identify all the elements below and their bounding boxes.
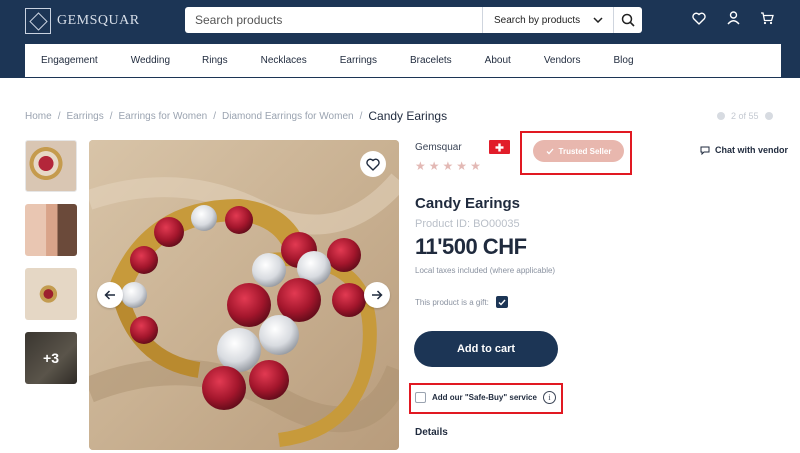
breadcrumb-separator: / <box>57 110 61 122</box>
gift-label: This product is a gift: <box>415 297 489 307</box>
product-id: Product ID: BO00035 <box>415 218 520 230</box>
account-button[interactable] <box>726 11 740 25</box>
pager-label: 2 of 55 <box>731 111 759 121</box>
trusted-seller-badge: Trusted Seller <box>533 140 624 162</box>
safebuy-checkbox[interactable] <box>415 392 426 403</box>
star-icon: ★ <box>470 159 481 173</box>
arrow-right-icon <box>372 290 383 300</box>
chat-icon <box>700 146 710 155</box>
swiss-flag-icon <box>489 140 510 154</box>
star-icon: ★ <box>428 159 440 173</box>
product-main-image <box>89 140 399 450</box>
cart-button[interactable] <box>760 11 774 25</box>
breadcrumb-earrings-for-women[interactable]: Earrings for Women <box>119 111 208 122</box>
breadcrumb-current: Candy Earings <box>368 109 448 123</box>
info-icon[interactable]: i <box>542 391 556 404</box>
breadcrumb-separator: / <box>109 110 113 122</box>
nav-item-engagement[interactable]: Engagement <box>41 55 98 66</box>
nav-item-earrings[interactable]: Earrings <box>340 55 377 66</box>
thumbnail-3[interactable] <box>25 268 77 320</box>
thumbnail-2[interactable] <box>25 204 77 256</box>
search-scope-select[interactable]: Search by products <box>482 7 613 33</box>
arrow-left-icon <box>104 290 115 300</box>
heart-icon <box>692 12 706 25</box>
nav-item-bracelets[interactable]: Bracelets <box>410 55 452 66</box>
trusted-seller-label: Trusted Seller <box>558 146 612 156</box>
next-product-button[interactable] <box>764 112 773 120</box>
details-heading[interactable]: Details <box>415 427 448 438</box>
safebuy-option: Add our "Safe-Buy" service i <box>415 391 556 404</box>
wishlist-button[interactable] <box>692 11 706 25</box>
search-icon <box>621 13 635 27</box>
prev-product-button[interactable] <box>717 112 725 120</box>
check-icon <box>498 299 506 306</box>
earring-image <box>89 140 399 450</box>
breadcrumb-home[interactable]: Home <box>25 111 52 122</box>
nav-item-wedding[interactable]: Wedding <box>131 55 170 66</box>
breadcrumb: Home / Earrings / Earrings for Women / D… <box>25 109 447 123</box>
product-title: Candy Earings <box>415 195 521 212</box>
logo-text: GEMSQUAR <box>57 13 140 28</box>
chevron-down-icon <box>593 17 603 23</box>
nav-item-vendors[interactable]: Vendors <box>544 55 581 66</box>
more-images-count: +3 <box>43 350 59 366</box>
user-icon <box>726 11 740 25</box>
breadcrumb-diamond-earrings[interactable]: Diamond Earrings for Women <box>222 111 354 122</box>
nav-item-blog[interactable]: Blog <box>614 55 634 66</box>
safebuy-label[interactable]: Add our "Safe-Buy" service <box>432 393 537 402</box>
site-header: GEMSQUAR Search by products Engagement W… <box>0 0 800 78</box>
nav-item-necklaces[interactable]: Necklaces <box>261 55 307 66</box>
vendor-name[interactable]: Gemsquar <box>415 142 462 153</box>
nav-item-about[interactable]: About <box>485 55 511 66</box>
breadcrumb-earrings[interactable]: Earrings <box>66 111 103 122</box>
heart-icon <box>366 158 380 171</box>
thumbnail-1[interactable] <box>25 140 77 192</box>
gift-checkbox[interactable] <box>495 296 508 308</box>
chat-with-vendor-button[interactable]: Chat with vendor <box>700 145 788 155</box>
search-bar: Search by products <box>185 7 642 33</box>
tax-note: Local taxes included (where applicable) <box>415 266 556 275</box>
logo-mark-icon <box>25 8 51 34</box>
search-input[interactable] <box>185 7 482 33</box>
star-icon: ★ <box>415 159 426 173</box>
product-price: 11'500 CHF <box>415 234 527 259</box>
gift-option: This product is a gift: <box>415 296 508 308</box>
breadcrumb-separator: / <box>213 110 217 122</box>
cart-icon <box>761 11 774 24</box>
chat-with-vendor-label: Chat with vendor <box>715 145 789 155</box>
logo[interactable]: GEMSQUAR <box>25 8 140 34</box>
thumbnail-more[interactable]: +3 <box>25 332 77 384</box>
add-to-cart-button[interactable]: Add to cart <box>414 331 558 367</box>
search-button[interactable] <box>613 7 642 33</box>
product-pager: 2 of 55 <box>717 111 773 121</box>
check-icon <box>546 148 554 154</box>
star-icon: ★ <box>456 159 468 173</box>
favorite-button[interactable] <box>360 151 386 177</box>
rating-stars: ★ ★ ★ ★ ★ <box>415 160 481 172</box>
star-icon: ★ <box>442 159 454 173</box>
search-scope-label: Search by products <box>494 14 581 26</box>
next-image-button[interactable] <box>364 282 390 308</box>
breadcrumb-separator: / <box>359 110 363 122</box>
nav-item-rings[interactable]: Rings <box>202 55 228 66</box>
main-nav: Engagement Wedding Rings Necklaces Earri… <box>25 44 781 77</box>
prev-image-button[interactable] <box>97 282 123 308</box>
